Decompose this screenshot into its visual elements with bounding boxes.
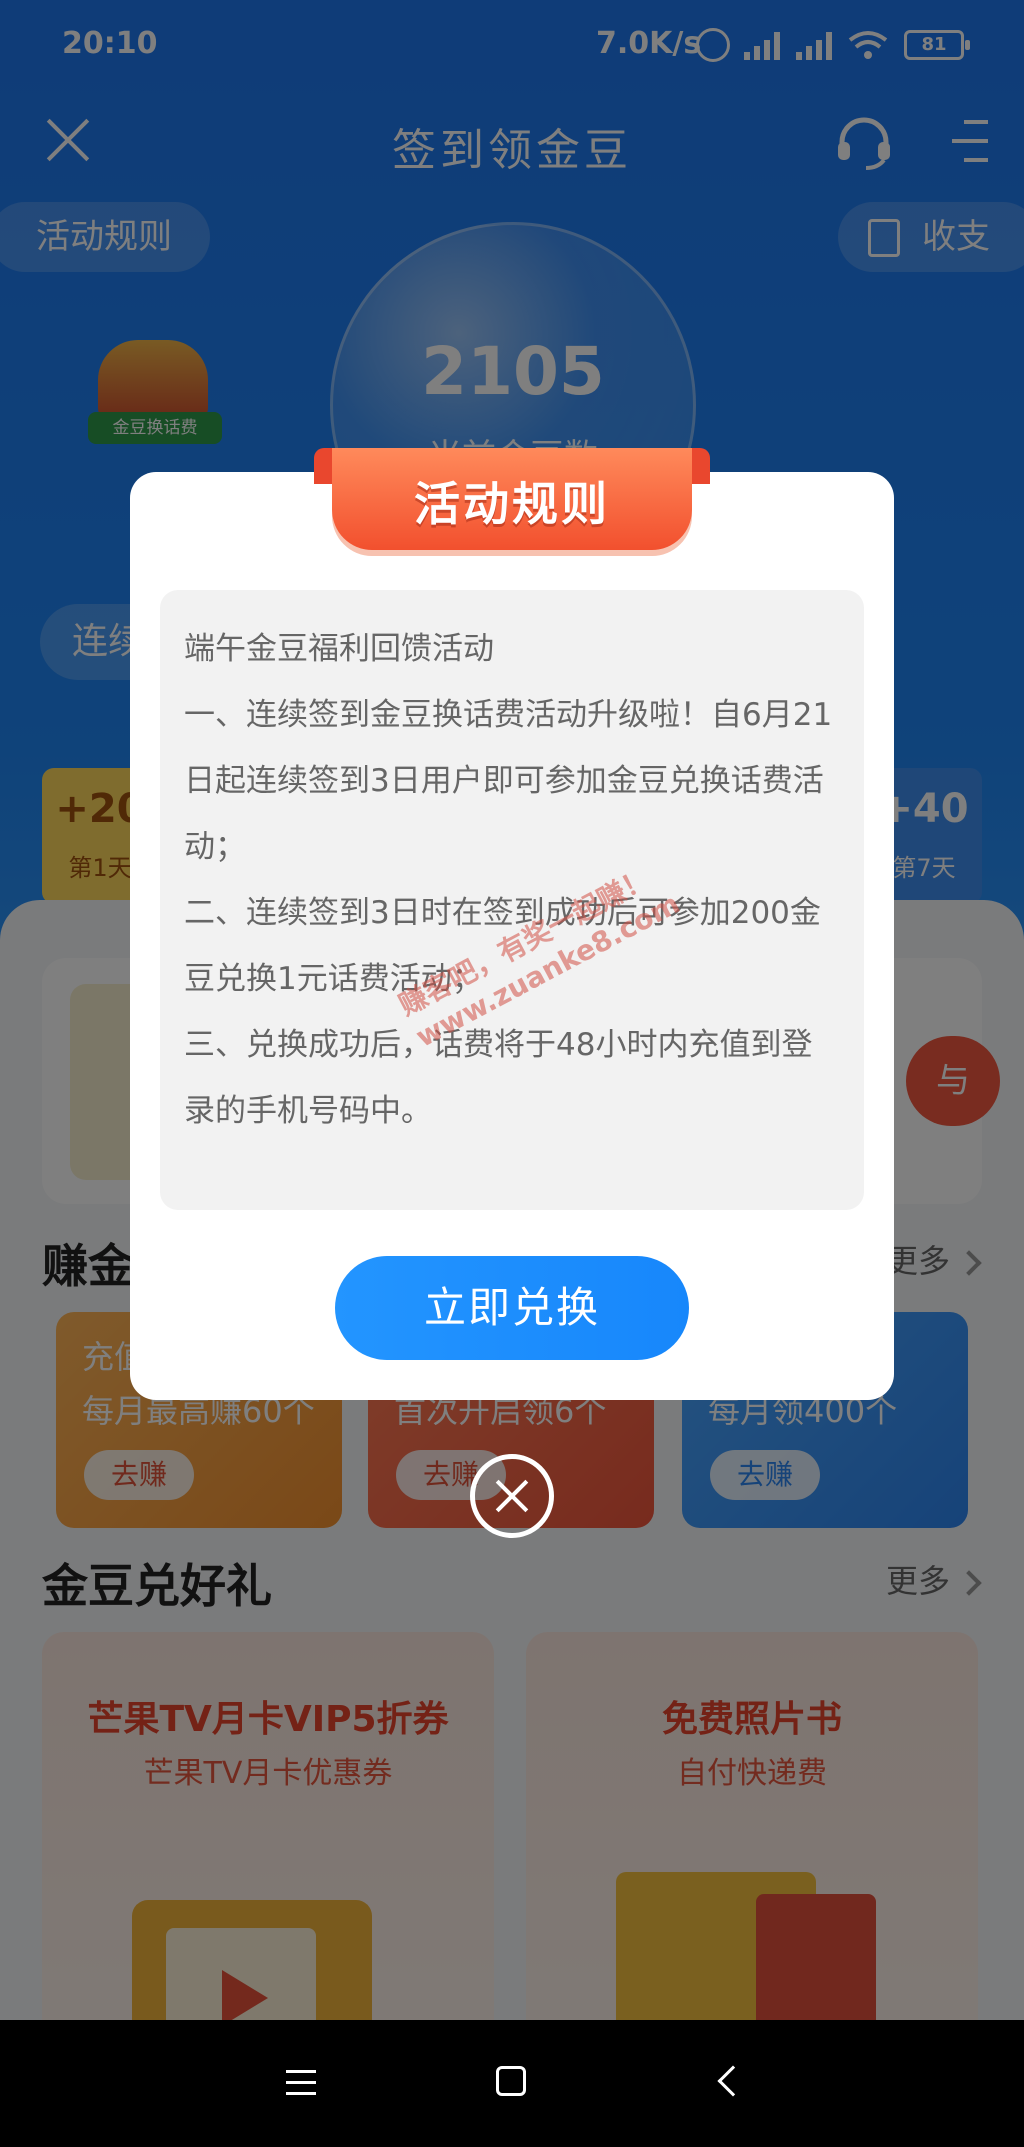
recent-apps-icon[interactable]: [286, 2070, 316, 2096]
rules-modal: 活动规则 端午金豆福利回馈活动 一、连续签到金豆换话费活动升级啦！自6月21日起…: [130, 448, 894, 1400]
rules-text-box: 端午金豆福利回馈活动 一、连续签到金豆换话费活动升级啦！自6月21日起连续签到3…: [160, 590, 864, 1210]
redeem-now-button[interactable]: 立即兑换: [335, 1256, 689, 1360]
close-circle-icon[interactable]: [470, 1454, 554, 1538]
rules-item: 三、兑换成功后，话费将于48小时内充值到登录的手机号码中。: [184, 1027, 813, 1129]
rules-heading: 端午金豆福利回馈活动: [184, 631, 494, 667]
modal-title: 活动规则: [414, 477, 610, 531]
back-icon[interactable]: [717, 2065, 749, 2097]
modal-header-ribbon: 活动规则: [314, 448, 710, 550]
home-icon[interactable]: [496, 2066, 526, 2096]
rules-item: 一、连续签到金豆换话费活动升级啦！自6月21日起连续签到3日用户即可参加金豆兑换…: [184, 697, 833, 865]
system-nav-bar: [0, 2020, 1024, 2147]
